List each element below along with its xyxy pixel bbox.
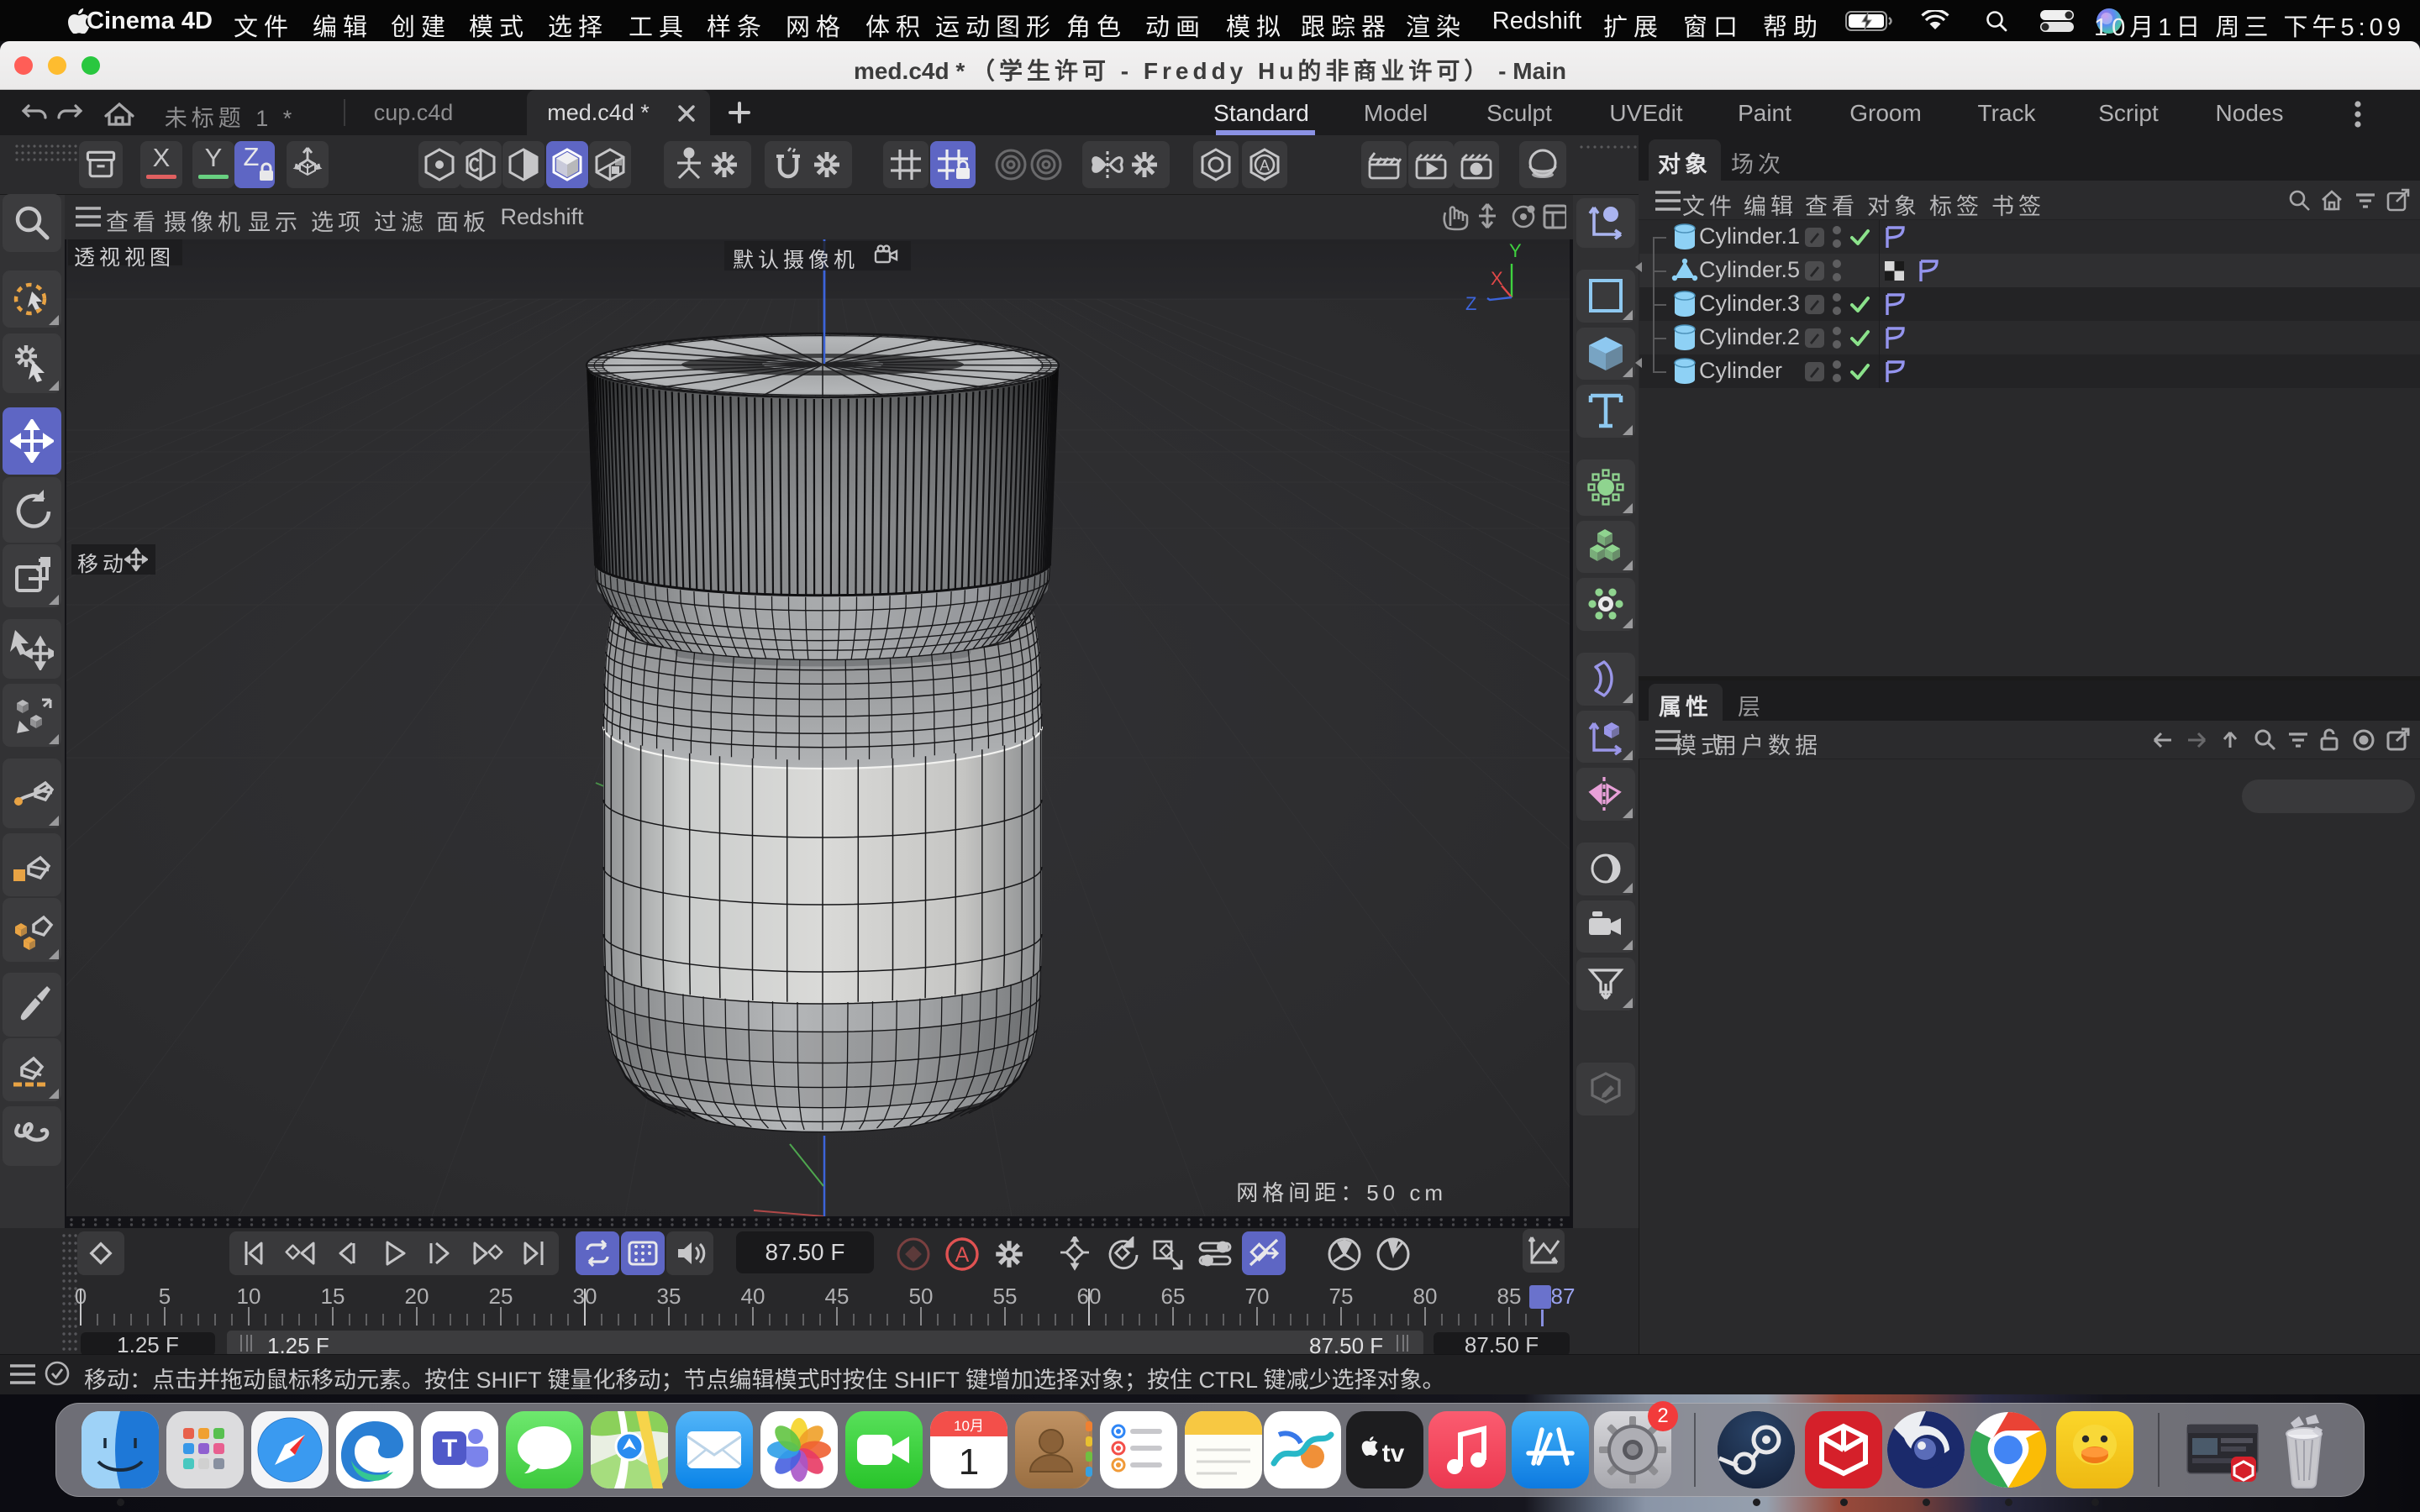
svg-text:75: 75 [1329,1284,1354,1309]
svg-text:85: 85 [1497,1284,1522,1309]
svg-text:A: A [955,1243,970,1267]
svg-text:35: 35 [657,1284,681,1309]
svg-text:T: T [442,1435,457,1462]
svg-text:Z: Z [1465,293,1476,313]
svg-text:10: 10 [237,1284,261,1309]
svg-text:A: A [1260,157,1270,174]
svg-text:tv: tv [1382,1440,1405,1467]
svg-text:5: 5 [159,1284,171,1309]
svg-text:45: 45 [825,1284,850,1309]
svg-text:20: 20 [405,1284,429,1309]
svg-text:65: 65 [1161,1284,1186,1309]
svg-text:1: 1 [959,1441,979,1483]
svg-text:X: X [1491,268,1503,289]
svg-text:10月: 10月 [954,1418,984,1434]
svg-text:80: 80 [1413,1284,1438,1309]
svg-text:70: 70 [1245,1284,1270,1309]
svg-text:40: 40 [741,1284,765,1309]
svg-text:50: 50 [909,1284,934,1309]
svg-text:87: 87 [1551,1284,1576,1309]
svg-text:55: 55 [993,1284,1018,1309]
svg-text:25: 25 [489,1284,513,1309]
svg-text:Y: Y [1509,240,1522,261]
svg-text:15: 15 [321,1284,345,1309]
